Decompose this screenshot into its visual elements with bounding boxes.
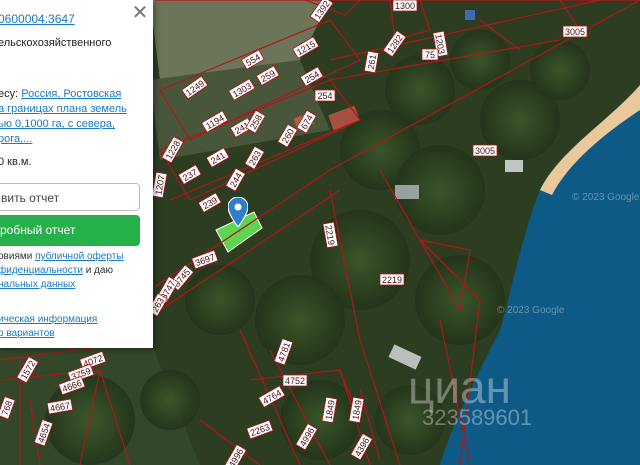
terms-text: овиями публичной оферты фиденциальности … (0, 250, 148, 292)
parcel-info-panel: 0600004:3647 ✕ ельскохозяйственного есу:… (0, 0, 153, 348)
address-block: есу: Россия, Ростовская а границах плана… (0, 87, 148, 147)
copyright-label: © 2023 Google (497, 305, 565, 316)
public-offer-link[interactable]: публичной оферты (35, 251, 123, 262)
land-category: ельскохозяйственного (0, 37, 112, 49)
parcel-label: 3005 (565, 27, 585, 37)
listing-id-watermark: 323589601 (422, 405, 533, 430)
parcel-area: 0 кв.м. (0, 156, 32, 168)
copyright-label: © 2023 Google (572, 192, 640, 203)
parcel-label: 254 (317, 91, 332, 101)
terms-prefix: овиями (0, 251, 33, 262)
options-link[interactable]: р вариантов (0, 327, 148, 341)
parcel-label: 4752 (285, 376, 305, 386)
detailed-report-button[interactable]: робный отчет (0, 215, 140, 246)
close-icon[interactable]: ✕ (131, 3, 149, 23)
address-label: есу: (0, 88, 19, 100)
location-pin-icon[interactable] (228, 197, 248, 227)
parcel-label: 2219 (382, 275, 402, 285)
panel-links: ическая информация р вариантов (0, 313, 148, 341)
order-report-button[interactable]: вить отчет (0, 183, 140, 211)
address-link[interactable]: Россия, Ростовская а границах плана земе… (0, 88, 127, 145)
terms-suffix: и даю (85, 265, 113, 276)
privacy-link[interactable]: фиденциальности (0, 265, 83, 276)
personal-data-link[interactable]: нальных данных (0, 279, 75, 290)
parcel-label: 3005 (475, 146, 495, 156)
cadastral-number-link[interactable]: 0600004:3647 (0, 12, 75, 26)
info-link[interactable]: ическая информация (0, 313, 148, 327)
parcel-label: 75 (425, 50, 435, 60)
parcel-label: 1300 (395, 1, 415, 11)
